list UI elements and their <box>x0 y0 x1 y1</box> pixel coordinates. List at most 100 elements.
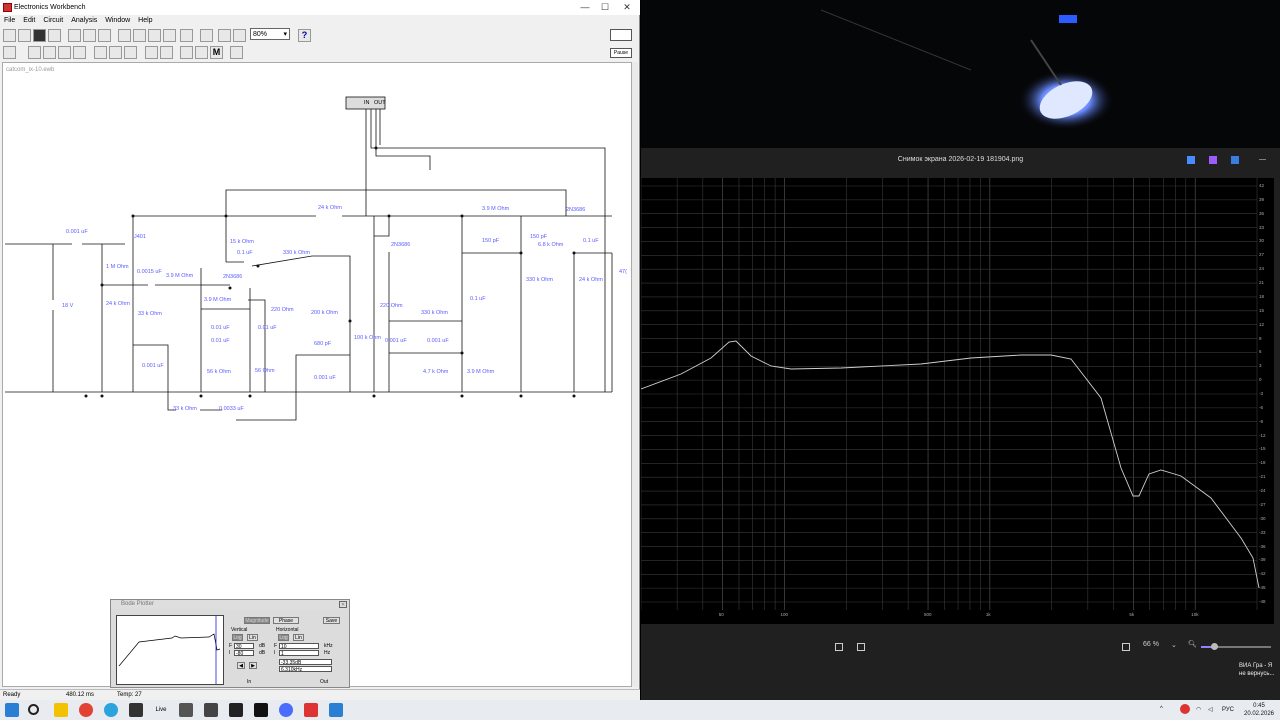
v-i-label: I <box>229 650 231 656</box>
horizontal-lin-button[interactable]: Lin <box>293 634 304 641</box>
copilot-icon[interactable] <box>1209 156 1217 164</box>
file-explorer-icon[interactable] <box>54 703 68 717</box>
clock-time[interactable]: 0:45 <box>1242 703 1276 709</box>
y-tick-label: -33 <box>1259 529 1266 535</box>
app-icon[interactable] <box>129 703 143 717</box>
start-icon[interactable] <box>5 703 19 717</box>
photos-icon[interactable] <box>329 703 343 717</box>
stage-light-image <box>820 9 1114 130</box>
h-f-field[interactable]: 10 <box>279 643 319 650</box>
label-r17: 3.9 M Ohm <box>467 369 495 375</box>
chrome-icon[interactable] <box>79 703 93 717</box>
label-c9: 0.001 uF <box>314 375 336 381</box>
v-f-field[interactable]: 30 <box>234 643 254 650</box>
ewb-icon[interactable] <box>204 703 218 717</box>
label-r15: 330 k Ohm <box>421 310 448 316</box>
label-r21: 24 k Ohm <box>579 277 603 283</box>
bode-plotter-window[interactable]: Bode Plotter ✕ Magnitude Phase Save Vert… <box>110 599 350 688</box>
chevron-down-icon[interactable]: ⌄ <box>1171 641 1177 649</box>
graph-app-icon[interactable] <box>179 703 193 717</box>
zoom-out-icon[interactable]: 🔍︎ <box>1188 640 1197 648</box>
v-i-field[interactable]: -80 <box>234 650 254 657</box>
label-c15: 0.1 uF <box>583 238 599 244</box>
y-tick-label: 24 <box>1259 266 1265 272</box>
label-r1: 1 M Ohm <box>106 264 129 270</box>
label-r11: 330 k Ohm <box>283 250 310 256</box>
bode-display <box>116 615 224 685</box>
zoom-slider-thumb[interactable] <box>1211 643 1218 650</box>
y-tick-label: -18 <box>1259 460 1266 466</box>
horizontal-log-button[interactable]: Log <box>278 634 289 641</box>
screenshot-image[interactable]: 42 39 36 33 30 27 24 21 18 15 12 9 6 3 0 -3 -6 -9 -12 -15 -1… <box>640 178 1274 624</box>
cursor-right-button[interactable]: ▶ <box>249 662 257 669</box>
y-axis-labels: 42 39 36 33 30 27 24 21 18 15 12 9 6 3 0 -3 -6 -9 -12 -15 -1… <box>1257 178 1274 624</box>
h-i-field[interactable]: 1 <box>279 650 319 657</box>
frequency-response-image <box>640 178 1260 610</box>
phase-button[interactable]: Phase <box>273 617 299 624</box>
label-r13: 100 k Ohm <box>354 335 381 341</box>
telegram-icon[interactable] <box>104 703 118 717</box>
label-j401: J401 <box>134 234 146 240</box>
cursor-left-button[interactable]: ◀ <box>237 662 245 669</box>
system-tray: ^ ◠ ◁ РУС 0:45 20.02.2026 <box>1160 700 1280 720</box>
label-r22: 47( <box>619 269 627 275</box>
label-r8: 56 Ohm <box>255 368 275 374</box>
crop-icon[interactable] <box>857 643 865 651</box>
app-blue-icon[interactable] <box>279 703 293 717</box>
live-app-icon[interactable]: Live <box>154 703 168 717</box>
label-c4: 0.1 uF <box>237 250 253 256</box>
y-tick-label: 39 <box>1259 196 1265 202</box>
wifi-icon[interactable]: ◠ <box>1196 706 1201 713</box>
label-c14: 150 pF <box>530 234 548 240</box>
y-tick-label: 15 <box>1259 307 1265 313</box>
out-terminal-label: Out <box>320 679 329 685</box>
chevron-up-icon[interactable]: ^ <box>1160 706 1163 712</box>
bode-title-bar: Bode Plotter ✕ <box>111 600 349 609</box>
label-c16: 0.0033 uF <box>219 406 244 412</box>
label-c11: 0.001 uF <box>427 338 449 344</box>
app-red-icon[interactable] <box>304 703 318 717</box>
tray-app-icon[interactable] <box>1180 704 1190 714</box>
label-c3: 0.001 uF <box>142 363 164 369</box>
y-tick-label: -27 <box>1259 501 1266 507</box>
vertical-log-button[interactable]: Log <box>232 634 243 641</box>
readout-frequency: 6.310kHz <box>279 666 332 673</box>
cloud-icon[interactable] <box>1231 156 1239 164</box>
edit-icon[interactable] <box>1187 156 1195 164</box>
x-tick-label: 50 <box>718 612 724 617</box>
v-f-unit: dB <box>259 643 266 649</box>
volume-icon[interactable]: ◁ <box>1208 706 1213 713</box>
zoom-slider[interactable] <box>1201 643 1271 650</box>
background-photo <box>641 0 1280 148</box>
tool-icon[interactable] <box>229 703 243 717</box>
label-c2: 0.0015 uF <box>137 269 162 275</box>
status-bar: Ready 480.12 ms Temp: 27 <box>0 689 640 700</box>
fullscreen-icon[interactable] <box>835 643 843 651</box>
label-r14: 220 Ohm <box>380 303 403 309</box>
media-subtitle: не вернусь... <box>1239 671 1275 677</box>
label-r12: 200 k Ohm <box>311 310 338 316</box>
viewer-title: Снимок экрана 2026-02-19 181904.png <box>897 156 1024 163</box>
search-icon[interactable] <box>28 704 39 715</box>
magnitude-button[interactable]: Magnitude <box>244 617 270 624</box>
save-button[interactable]: Save <box>323 617 340 624</box>
y-tick-label: 12 <box>1259 321 1265 327</box>
media-notification[interactable]: ВИА Гра - Я не вернусь... <box>1239 662 1274 678</box>
y-tick-label: 33 <box>1259 224 1265 230</box>
label-q1: 2N3686 <box>223 274 243 280</box>
x-tick-label: 100 <box>780 612 789 617</box>
fit-icon[interactable] <box>1122 643 1130 651</box>
y-tick-label: -9 <box>1259 418 1264 424</box>
label-r4: 33 k Ohm <box>138 311 162 317</box>
vertical-lin-button[interactable]: Lin <box>247 634 258 641</box>
zoom-level[interactable]: 66 % <box>1143 641 1159 648</box>
label-c7: 0.01 uF <box>211 338 230 344</box>
schematic-wires <box>5 96 613 421</box>
close-icon[interactable]: ✕ <box>339 601 347 608</box>
clock-date[interactable]: 20.02.2026 <box>1242 711 1276 717</box>
minimize-button[interactable]: — <box>1259 148 1266 172</box>
label-r5: 15 k Ohm <box>230 239 254 245</box>
media-icon[interactable] <box>254 703 268 717</box>
in-terminal-label: In <box>247 679 252 685</box>
language-indicator[interactable]: РУС <box>1222 707 1234 713</box>
